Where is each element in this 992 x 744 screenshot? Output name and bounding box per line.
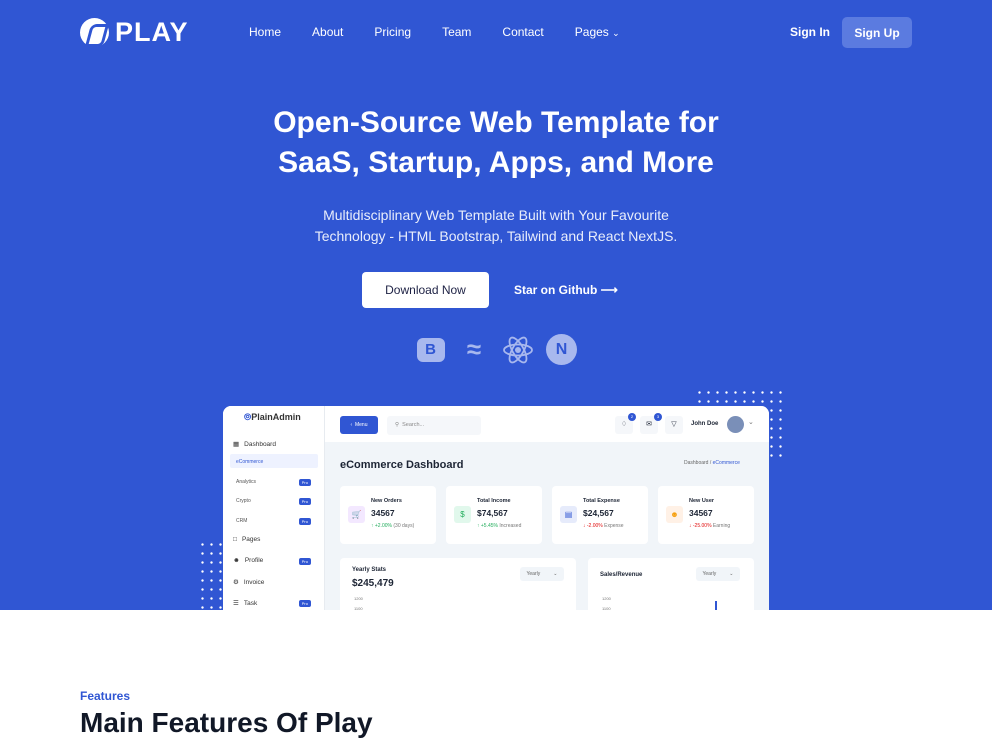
sidebar-item-crypto[interactable]: Crypto	[236, 498, 251, 504]
hero-subtitle: Multidisciplinary Web Template Built wit…	[314, 207, 678, 244]
user-name[interactable]: John Doe	[691, 421, 718, 427]
sidebar-item-invoice[interactable]: ⚙ Invoice	[233, 578, 264, 587]
nav-contact[interactable]: Contact	[502, 25, 543, 39]
message-badge: 3	[654, 413, 662, 421]
nav-about[interactable]: About	[312, 25, 343, 39]
dashboard-title: eCommerce Dashboard	[340, 459, 464, 471]
hero-title: Open-Source Web Template for SaaS, Startu…	[273, 106, 719, 179]
arrow-right-icon: ⟶	[600, 283, 618, 297]
search-input[interactable]: ⚲ Search...	[387, 416, 481, 435]
chevron-down-icon[interactable]: ⌄	[748, 418, 754, 426]
plainadmin-logo: ⦾PlainAdmin	[244, 412, 301, 422]
nextjs-icon: N	[546, 334, 577, 365]
download-now-button[interactable]: Download Now	[362, 272, 489, 308]
grid-icon: ▦	[233, 441, 240, 448]
brand-logo[interactable]: PLAY	[80, 17, 189, 48]
tailwind-icon: ≈	[466, 334, 482, 364]
invoice-icon: ⚙	[233, 579, 239, 586]
file-icon: □	[233, 536, 237, 543]
star-on-github-link[interactable]: Star on Github ⟶	[514, 283, 618, 297]
sidebar-item-pages[interactable]: □ Pages	[233, 536, 260, 543]
stat-card: ▤ Total Expense $24,567 ↓ -2.00% Expense	[552, 486, 648, 544]
nav-home[interactable]: Home	[249, 25, 281, 39]
sidebar-item-analytics[interactable]: Analytics	[236, 479, 256, 485]
yearly-select[interactable]: Yearly ⌄	[520, 567, 564, 581]
breadcrumb: Dashboard / eCommerce	[684, 460, 740, 466]
stat-card: 🛒 New Orders 34567 ↑ +2.00% (30 days)	[340, 486, 436, 544]
stat-card: $ Total Income $74,567 ↑ +5.45% Increased	[446, 486, 542, 544]
dashboard-preview: ⦾PlainAdmin ▦ Dashboard eCommerce Analyti…	[223, 406, 769, 610]
list-icon: ☰	[233, 600, 239, 607]
sales-select[interactable]: Yearly ⌄	[696, 567, 740, 581]
sidebar-item-crm[interactable]: CRM	[236, 518, 247, 524]
nav-pages[interactable]: Pages ⌄	[575, 25, 620, 39]
user-icon: ☻	[666, 506, 683, 523]
sidebar-item-task[interactable]: ☰ Task	[233, 599, 257, 608]
nav-team[interactable]: Team	[442, 25, 471, 39]
hero-section: PLAY Home About Pricing Team Contact Pag…	[0, 0, 992, 610]
credit-card-icon: ▤	[560, 506, 577, 523]
dashboard-header: ‹ Menu ⚲ Search... ♢ 2 ✉ 3 ▽ John Doe ⌄	[325, 406, 769, 442]
filter-icon[interactable]: ▽	[665, 416, 683, 434]
dots-decoration	[198, 540, 226, 610]
main-nav: Home About Pricing Team Contact Pages ⌄	[249, 25, 651, 39]
dashboard-sidebar: ⦾PlainAdmin ▦ Dashboard eCommerce Analyti…	[223, 406, 325, 610]
chevron-down-icon: ⌄	[612, 28, 620, 38]
nav-pricing[interactable]: Pricing	[374, 25, 411, 39]
stat-card: ☻ New User 34567 ↓ -25.00% Earning	[658, 486, 754, 544]
sidebar-item-profile[interactable]: ☻ Profile	[233, 557, 263, 564]
avatar[interactable]	[727, 416, 744, 433]
dollar-icon: $	[454, 506, 471, 523]
sidebar-item-dashboard[interactable]: ▦ Dashboard	[233, 440, 276, 449]
features-title: Main Features Of Play	[80, 707, 373, 738]
sidebar-item-ecommerce[interactable]: eCommerce	[236, 459, 263, 465]
bootstrap-icon: B	[415, 334, 446, 365]
menu-button[interactable]: ‹ Menu	[340, 416, 378, 434]
react-icon	[501, 334, 534, 365]
yearly-stats-panel: Yearly Stats $245,479 Yearly ⌄ 1200 1100	[340, 558, 576, 610]
play-logo-icon	[80, 18, 109, 47]
features-label: Features	[80, 689, 131, 703]
sign-up-button[interactable]: Sign Up	[842, 17, 912, 48]
cart-icon: 🛒	[348, 506, 365, 523]
sales-revenue-panel: Sales/Revenue Yearly ⌄ 1200 1100	[588, 558, 754, 610]
user-icon: ☻	[233, 557, 240, 564]
sign-in-link[interactable]: Sign In	[790, 25, 830, 39]
notification-badge: 2	[628, 413, 636, 421]
